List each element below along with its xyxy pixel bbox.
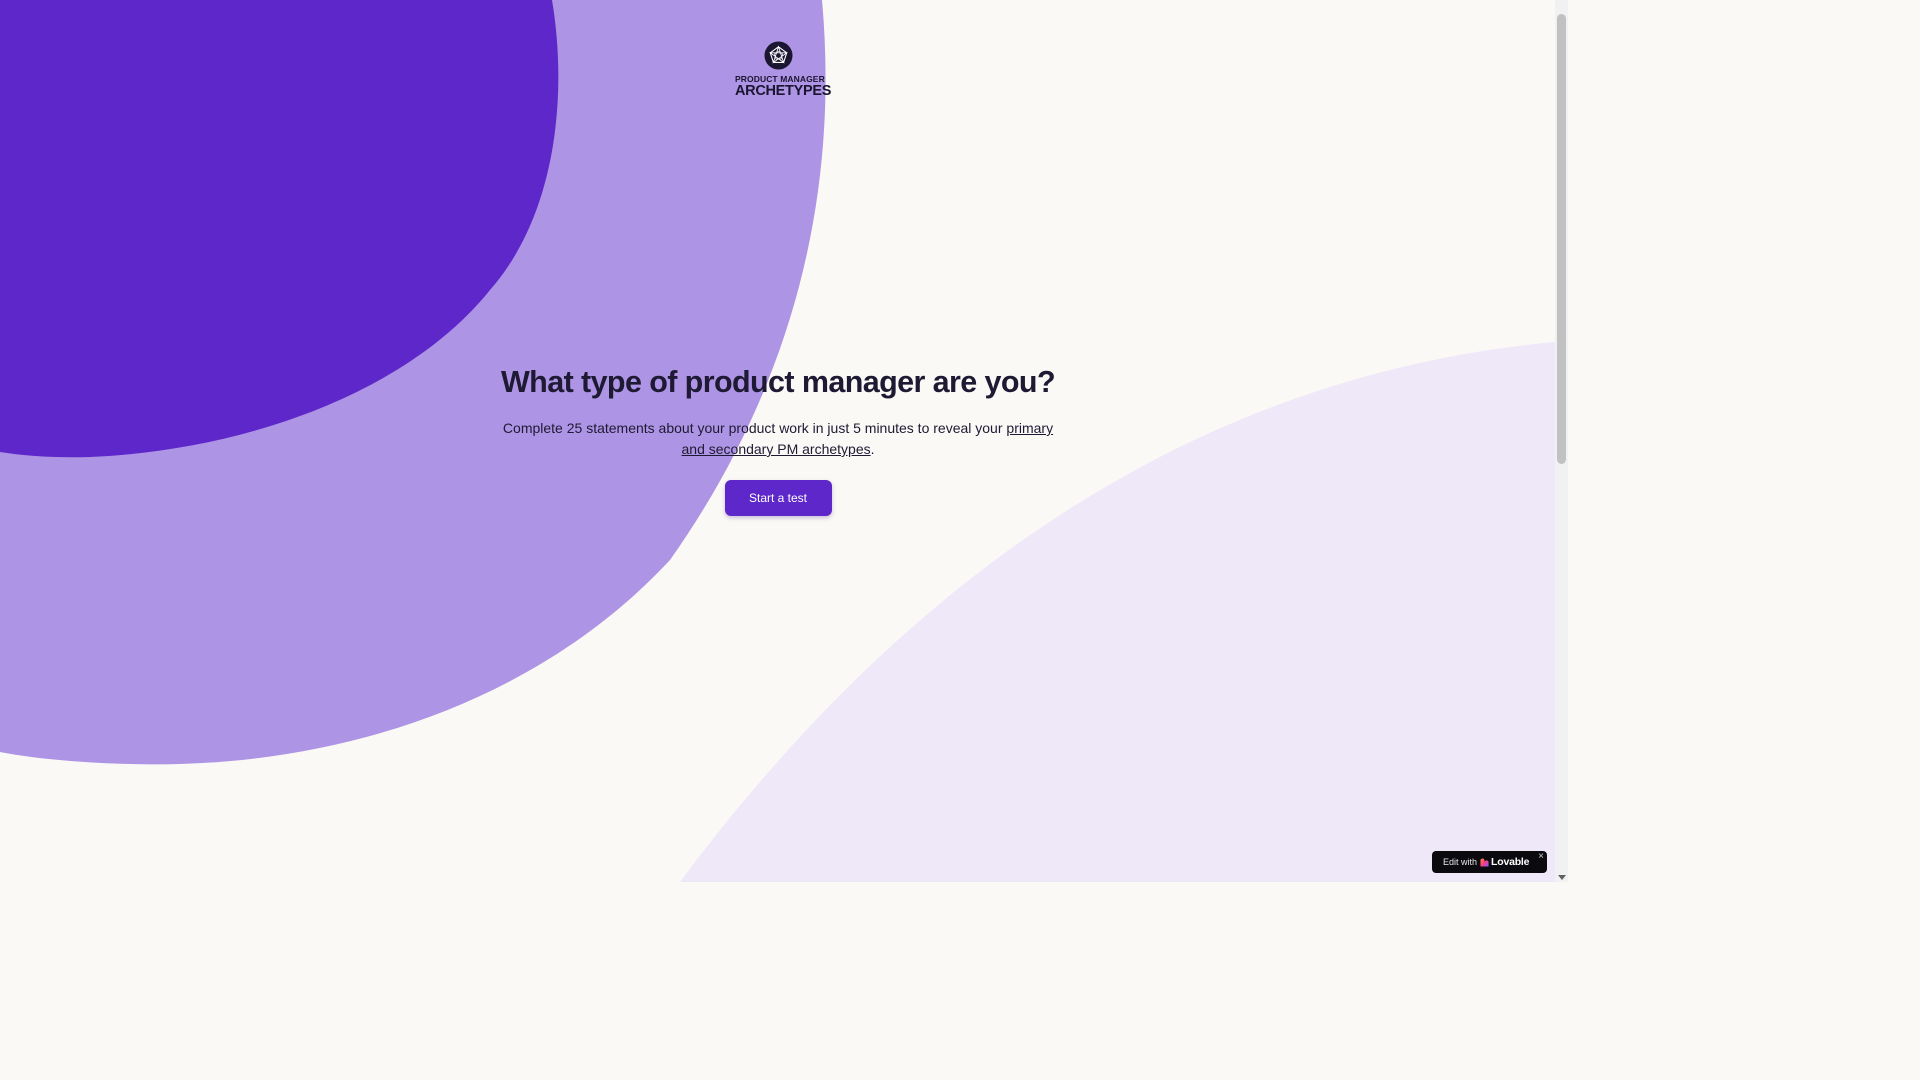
close-icon[interactable]: × bbox=[1538, 851, 1544, 863]
edit-with-lovable-badge[interactable]: Edit with Lovable × bbox=[1432, 851, 1547, 873]
badge-brand: Lovable bbox=[1491, 856, 1530, 868]
scroll-down-arrow-icon[interactable] bbox=[1558, 875, 1566, 880]
lovable-heart-icon bbox=[1480, 857, 1489, 867]
landing-page: PRODUCT MANAGER ARCHETYPES What type of … bbox=[0, 0, 1568, 882]
scrollbar-thumb[interactable] bbox=[1557, 14, 1566, 464]
hero-section: What type of product manager are you? Co… bbox=[478, 362, 1078, 516]
brand-logo[interactable]: PRODUCT MANAGER ARCHETYPES bbox=[735, 41, 832, 99]
hero-description: Complete 25 statements about your produc… bbox=[498, 418, 1058, 460]
start-test-button[interactable]: Start a test bbox=[724, 480, 832, 516]
scrollbar[interactable] bbox=[1555, 0, 1568, 882]
page-title: What type of product manager are you? bbox=[501, 365, 1056, 399]
logo-text-bottom: ARCHETYPES bbox=[735, 83, 832, 99]
badge-prefix: Edit with bbox=[1443, 857, 1478, 867]
pentagon-star-icon bbox=[763, 41, 793, 70]
description-text: Complete 25 statements about your produc… bbox=[502, 420, 1007, 436]
description-end: . bbox=[870, 441, 875, 457]
